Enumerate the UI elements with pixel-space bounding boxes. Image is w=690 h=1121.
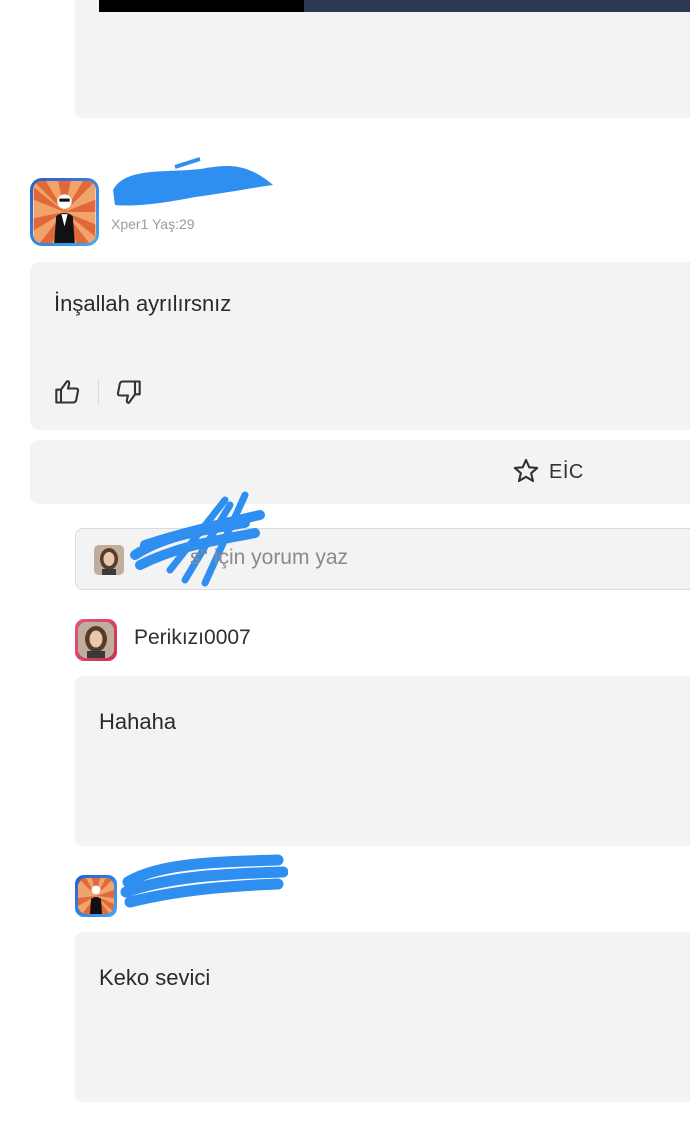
reply-avatar[interactable] <box>75 619 117 661</box>
post-media-card <box>75 0 690 118</box>
post-media-image[interactable] <box>99 0 690 12</box>
comment-text: İnşallah ayrılırsnız <box>54 291 232 316</box>
thumbs-up-icon[interactable] <box>54 378 82 406</box>
commenter-avatar[interactable] <box>30 178 99 246</box>
commenter-meta: Xper1 Yaş:29 <box>111 216 195 232</box>
avatar-image <box>33 181 96 243</box>
reply-text: Keko sevici <box>99 965 211 990</box>
reply-avatar[interactable] <box>75 875 117 917</box>
thumbs-down-icon[interactable] <box>114 378 142 406</box>
reply-text: Hahaha <box>99 709 177 734</box>
vote-separator <box>98 380 99 404</box>
reply-username[interactable]: Perikızı0007 <box>134 626 251 650</box>
current-user-avatar <box>94 545 124 575</box>
reply-input[interactable] <box>75 528 690 590</box>
redaction-scribble <box>113 157 273 206</box>
reply-placeholder: s" için yorum yaz <box>190 546 348 569</box>
eic-button[interactable]: EİC <box>549 461 584 484</box>
star-icon[interactable] <box>512 457 540 485</box>
reply-card <box>75 676 690 846</box>
reply-card <box>75 932 690 1102</box>
redaction-scribble <box>120 854 288 908</box>
comment-action-bar <box>30 440 690 504</box>
